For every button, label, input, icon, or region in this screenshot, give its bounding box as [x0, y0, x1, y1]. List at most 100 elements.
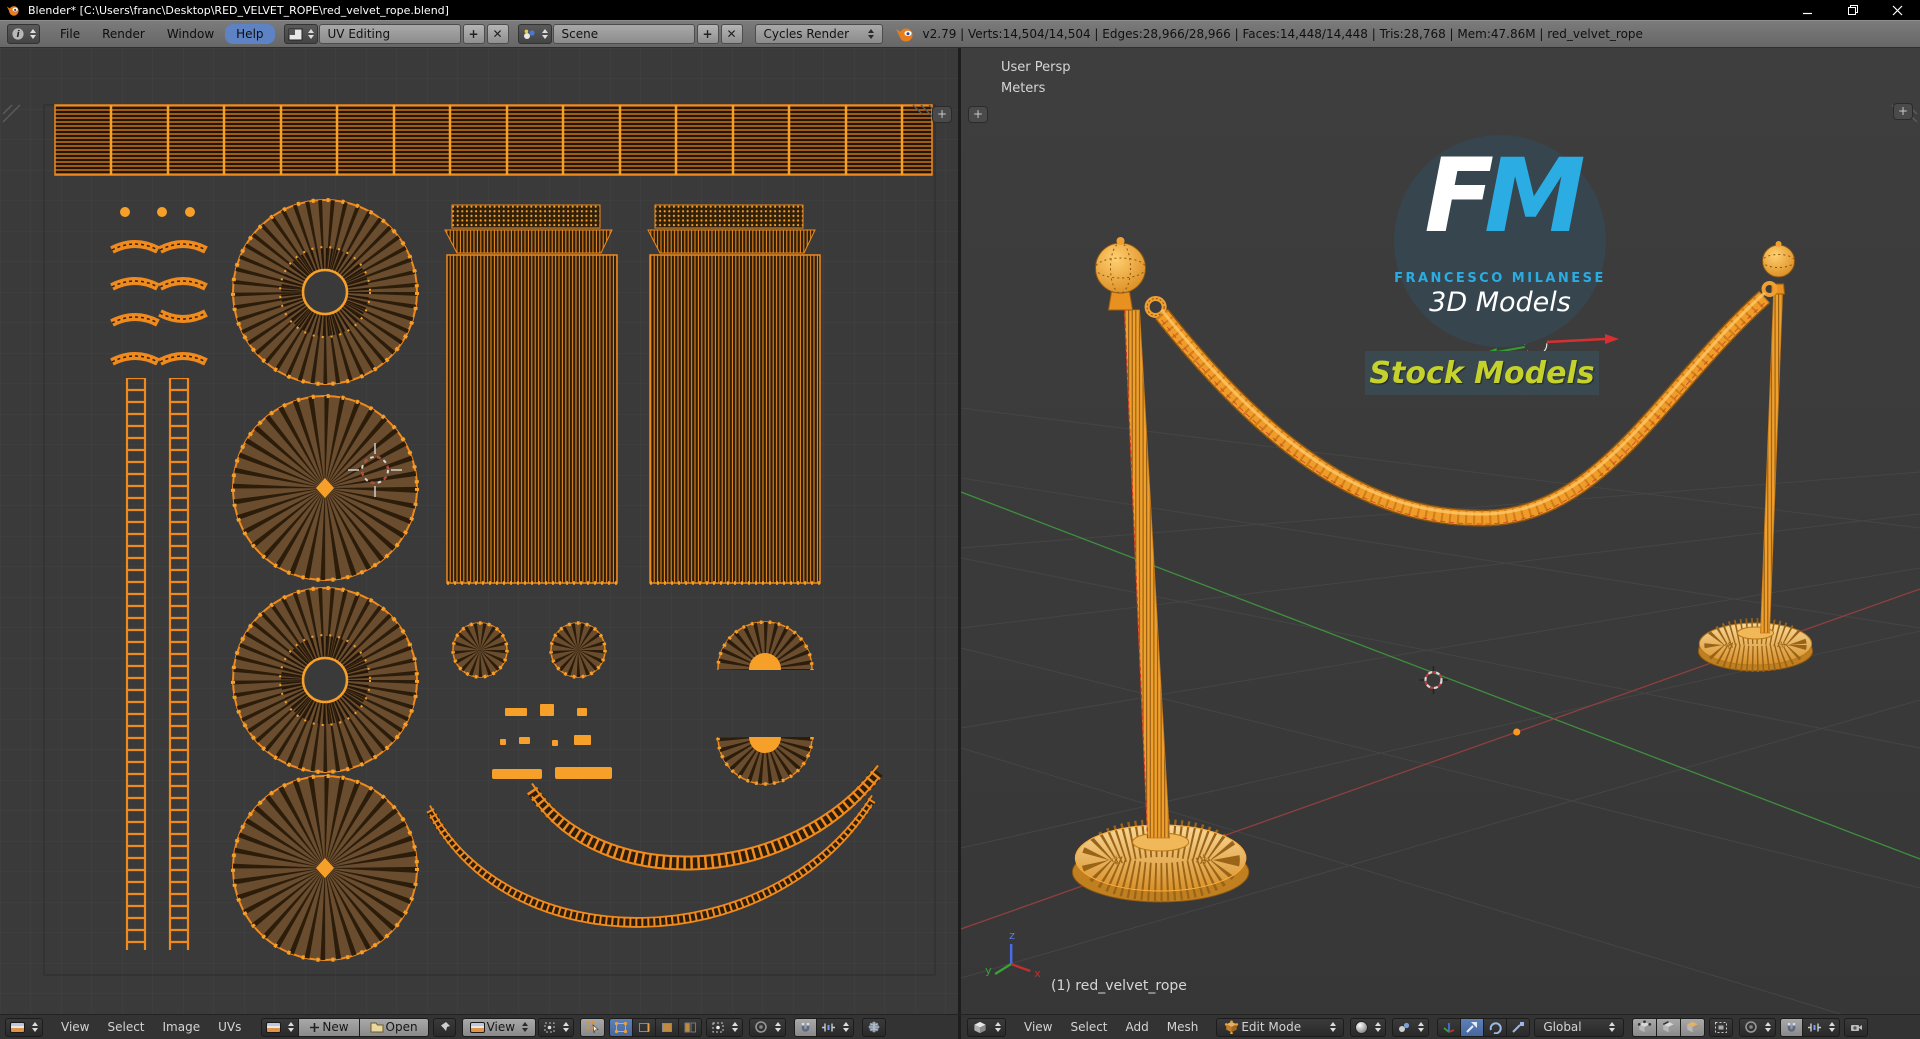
gizmo-z-label: z: [1009, 929, 1015, 942]
mesh-select-mode-vertex[interactable]: [1632, 1017, 1658, 1037]
render-camera-icon: [1851, 1024, 1863, 1031]
uv-island-post-1[interactable]: [444, 204, 618, 585]
uv-select-sync-toggle[interactable]: [580, 1017, 606, 1037]
vp-snap-toggle[interactable]: [1780, 1017, 1804, 1037]
vp-proportional-edit-dropdown[interactable]: [1739, 1017, 1777, 1037]
uv-sculpt-button[interactable]: [862, 1017, 887, 1037]
occlude-icon: [1715, 1021, 1728, 1033]
limit-select-visible-toggle[interactable]: [1709, 1017, 1734, 1037]
manipulator-scale[interactable]: [1507, 1017, 1531, 1037]
uv-snap-element-dropdown[interactable]: [817, 1017, 855, 1037]
magnet-icon: [801, 1022, 810, 1032]
mesh-select-mode-edge[interactable]: [1657, 1017, 1682, 1037]
render-engine-field[interactable]: Cycles Render: [754, 24, 883, 44]
uv-editor-panel[interactable]: +: [0, 48, 961, 1014]
uv-island-post-2[interactable]: [647, 204, 821, 585]
edge-select-icon: [1663, 1021, 1675, 1033]
uv-select-mode-edge[interactable]: [633, 1017, 657, 1037]
vp-menu-add[interactable]: Add: [1117, 1020, 1158, 1034]
sticky-select-icon: [712, 1022, 724, 1032]
uv-island-disc-ring-2[interactable]: [231, 586, 419, 774]
pin-image-button[interactable]: [432, 1017, 456, 1037]
image-editor-icon: [10, 1021, 25, 1033]
menu-render[interactable]: Render: [91, 24, 156, 44]
uv-menu-view[interactable]: View: [52, 1020, 98, 1034]
uv-island-disc-radial-1[interactable]: [231, 394, 419, 582]
screen-layout-field[interactable]: UV Editing: [318, 24, 461, 44]
mesh-select-mode-face[interactable]: [1681, 1017, 1706, 1037]
shading-sphere-icon: [1355, 1020, 1369, 1034]
add-scene-button[interactable]: +: [696, 24, 719, 44]
uv-island-disc-ring-1[interactable]: [231, 198, 419, 386]
uv-menu-uvs[interactable]: UVs: [209, 1020, 250, 1034]
menu-window[interactable]: Window: [156, 24, 225, 44]
opengl-render-button[interactable]: [1844, 1017, 1869, 1037]
uv-island-rope-strip[interactable]: [54, 104, 933, 176]
editor-type-button-3d[interactable]: [967, 1017, 1006, 1037]
snap-element-icon: [1808, 1023, 1822, 1031]
add-layout-button[interactable]: +: [462, 24, 485, 44]
uv-menu-select[interactable]: Select: [98, 1020, 153, 1034]
uv-pivot-dropdown[interactable]: [538, 1017, 575, 1037]
restore-button[interactable]: [1830, 0, 1875, 20]
blender-icon: [6, 6, 19, 16]
manipulator-translate[interactable]: [1461, 1017, 1485, 1037]
editor-type-button-info[interactable]: i: [7, 24, 40, 44]
object-origin-dot: [1513, 728, 1521, 736]
uv-island-sphere-2[interactable]: [549, 621, 607, 679]
manipulator-toggle[interactable]: [1437, 1017, 1462, 1037]
uv-sync-icon: [586, 1021, 599, 1034]
uv-island-disc-radial-2[interactable]: [231, 774, 419, 962]
delete-scene-button[interactable]: ✕: [720, 24, 743, 44]
viewport-3d-panel[interactable]: z y x User Persp Meters (1) red_velvet_r…: [961, 48, 1920, 1014]
vp-snap-element-dropdown[interactable]: [1803, 1017, 1841, 1037]
bottom-headers: View Select Image UVs New Open View View…: [0, 1014, 1920, 1039]
transform-orientation-dropdown[interactable]: Global: [1534, 1017, 1625, 1037]
uv-proportional-edit-dropdown[interactable]: [749, 1017, 787, 1037]
manipulator-rotate[interactable]: [1484, 1017, 1508, 1037]
menu-help[interactable]: Help: [225, 24, 275, 44]
snap-element-icon: [822, 1023, 836, 1031]
vp-menu-select[interactable]: Select: [1061, 1020, 1116, 1034]
uv-snap-toggle[interactable]: [794, 1017, 818, 1037]
fm-logo-name: FRANCESCO MILANESE: [1394, 271, 1606, 286]
scene-icon: [523, 29, 535, 39]
plus-icon: [310, 1022, 320, 1032]
new-image-button[interactable]: New: [299, 1017, 360, 1037]
vp-open-toolshelf-button[interactable]: +: [968, 106, 988, 123]
uv-select-mode-island[interactable]: [679, 1017, 703, 1037]
menu-file[interactable]: File: [49, 24, 91, 44]
edit-mode-icon: [1225, 1020, 1239, 1034]
delete-layout-button[interactable]: ✕: [486, 24, 509, 44]
uv-open-region-button[interactable]: +: [932, 106, 952, 123]
magnet-icon: [1788, 1022, 1796, 1032]
fm-logo-banner: Stock Models: [1365, 351, 1599, 395]
vp-menu-mesh[interactable]: Mesh: [1158, 1020, 1208, 1034]
uv-select-mode-vertex[interactable]: [609, 1017, 634, 1037]
vp-menu-view[interactable]: View: [1015, 1020, 1061, 1034]
viewport-shading-dropdown[interactable]: [1350, 1017, 1387, 1037]
vp-open-properties-button[interactable]: +: [1893, 103, 1913, 120]
proportional-edit-icon: [755, 1021, 767, 1033]
viewport-header: View Select Add Mesh Edit Mode Global: [961, 1015, 1920, 1039]
scene-icon-button[interactable]: [517, 24, 552, 44]
fm-logo-initials: FM: [1424, 137, 1585, 256]
blender-window: Blender* [C:\Users\franc\Desktop\RED_VEL…: [0, 0, 1920, 1039]
editor-type-button-uv[interactable]: [5, 1017, 43, 1037]
uv-sticky-select-dropdown[interactable]: [706, 1017, 744, 1037]
window-title: Blender* [C:\Users\franc\Desktop\RED_VEL…: [28, 3, 449, 17]
pivot-point-dropdown[interactable]: [1392, 1017, 1430, 1037]
close-button[interactable]: [1875, 0, 1920, 20]
uv-island-sphere-1[interactable]: [451, 621, 509, 679]
pivot-point-icon: [1399, 1022, 1410, 1032]
uv-select-mode-face[interactable]: [656, 1017, 680, 1037]
uv-menu-image[interactable]: Image: [154, 1020, 210, 1034]
uv-canvas[interactable]: [0, 48, 958, 1014]
mode-dropdown[interactable]: Edit Mode: [1216, 1017, 1345, 1037]
browse-image-button[interactable]: [261, 1017, 300, 1037]
uv-display-dropdown[interactable]: View: [461, 1017, 537, 1037]
minimize-button[interactable]: [1785, 0, 1830, 20]
open-image-button[interactable]: Open: [359, 1017, 429, 1037]
screen-layout-icon-button[interactable]: [283, 24, 318, 44]
scene-field[interactable]: Scene: [552, 24, 695, 44]
